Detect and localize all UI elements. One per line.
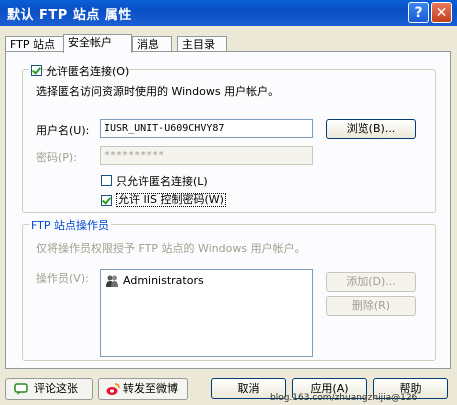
allow-anonymous-label: 允许匿名连接(O) [46,65,130,78]
allow-anonymous-row[interactable]: 允许匿名连接(O) [29,63,129,78]
operators-group-title: FTP 站点操作员 [29,217,111,233]
operators-list[interactable]: Administrators [100,269,313,357]
add-operator-button[interactable]: 添加(D)... [326,272,416,292]
help-title-button[interactable]: ? [408,2,429,23]
password-input[interactable]: ********** [100,146,313,165]
speech-bubble-icon [14,383,28,395]
group-icon [106,275,118,287]
username-input[interactable]: IUSR_UNIT-U609CHVY87 [100,119,313,138]
remove-operator-button[interactable]: 删除(R) [326,296,416,316]
only-anonymous-label[interactable]: 只允许匿名连接(L) [116,173,208,189]
tab-messages[interactable]: 消息 [132,36,172,52]
tab-security-accounts[interactable]: 安全帐户 [63,34,132,53]
operators-label: 操作员(V): [36,272,89,285]
watermark: blog.163.com/zhuangzhijia@126 [270,393,418,403]
only-anonymous-checkbox[interactable] [101,175,112,186]
forward-weibo-label: 转发至微博 [123,382,178,395]
anonymous-description: 选择匿名访问资源时使用的 Windows 用户帐户。 [36,85,280,98]
weibo-icon [106,383,120,395]
window-title: 默认 FTP 站点 属性 [7,8,132,23]
operators-description: 仅将操作员权限授予 FTP 站点的 Windows 用户帐户。 [36,242,306,255]
tab-home-directory[interactable]: 主目录 [177,36,227,52]
browse-button[interactable]: 浏览(B)... [326,119,416,139]
comment-label: 评论这张 [34,382,78,395]
iis-password-label[interactable]: 允许 IIS 控制密码(W) [116,193,226,207]
operator-name: Administrators [123,274,204,287]
tab-panel: 允许匿名连接(O) 选择匿名访问资源时使用的 Windows 用户帐户。 用户名… [5,51,451,369]
iis-password-checkbox[interactable] [101,195,112,206]
comment-button[interactable]: 评论这张 [5,378,93,400]
title-bar: 默认 FTP 站点 属性 ? ✕ [0,0,457,26]
allow-anonymous-checkbox[interactable] [31,65,42,76]
close-button[interactable]: ✕ [431,2,452,23]
username-label: 用户名(U): [36,124,90,137]
forward-weibo-button[interactable]: 转发至微博 [98,378,188,400]
tab-ftp-site[interactable]: FTP 站点 [5,36,64,52]
password-label: 密码(P): [36,151,77,164]
